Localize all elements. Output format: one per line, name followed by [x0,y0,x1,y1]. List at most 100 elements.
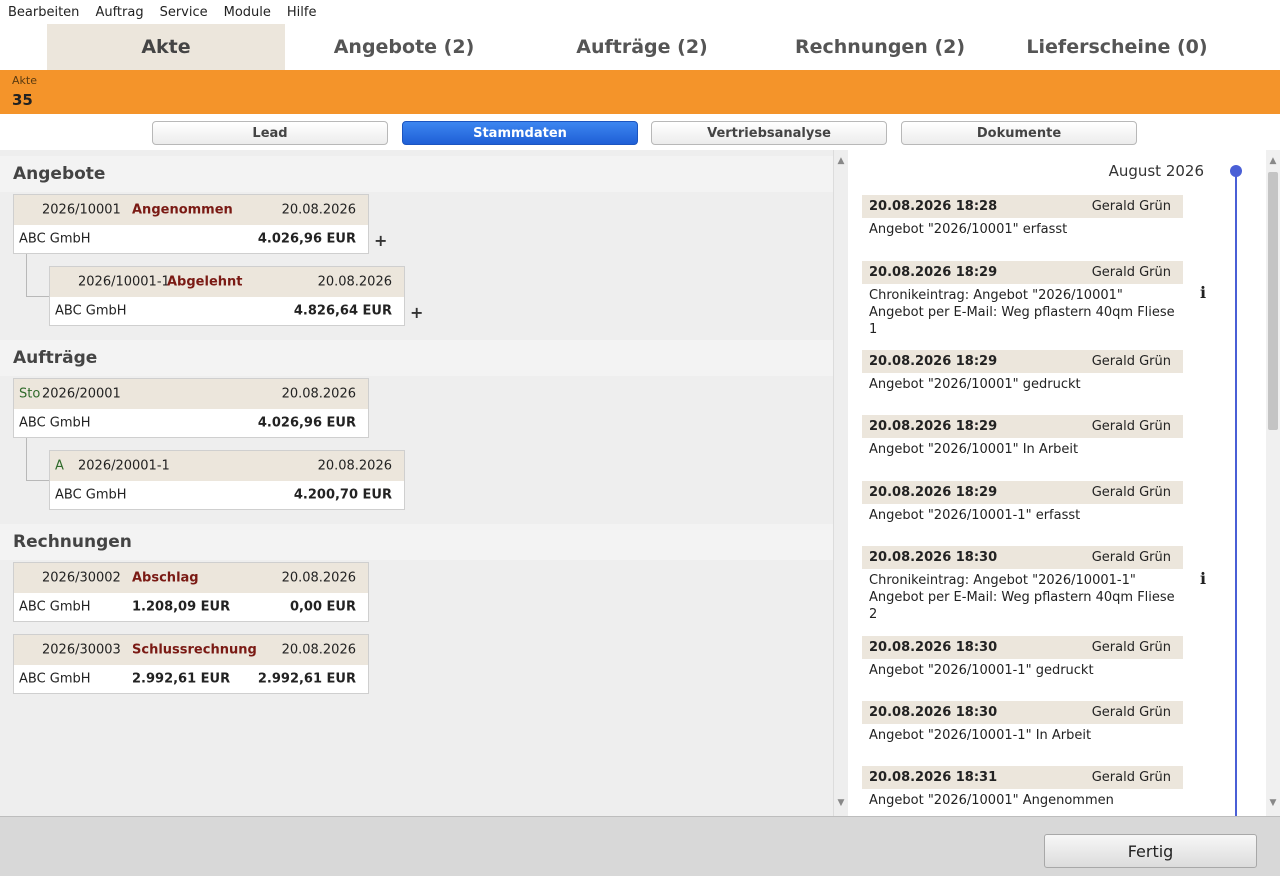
menu-auftrag[interactable]: Auftrag [95,5,143,20]
entry-datetime: 20.08.2026 18:31 [869,770,998,785]
entry-datetime: 20.08.2026 18:29 [869,419,998,434]
timeline-entry[interactable]: 20.08.2026 18:29 Gerald Grün Angebot "202… [862,350,1183,396]
timeline-entry[interactable]: 20.08.2026 18:30 Gerald Grün Angebot "202… [862,636,1183,682]
order-card[interactable]: A 2026/20001-1 20.08.2026 ABC GmbH 4.200… [49,450,405,510]
timeline-entry[interactable]: 20.08.2026 18:28 Gerald Grün Angebot "202… [862,195,1183,241]
info-icon[interactable]: ℹ [1200,283,1206,302]
invoice-type: Abschlag [132,570,199,586]
order-card[interactable]: Sto 2026/20001 20.08.2026 ABC GmbH 4.026… [13,378,369,438]
invoice-amount: 1.208,09 EUR [132,599,231,615]
timeline-entry[interactable]: 20.08.2026 18:29 Gerald Grün Angebot "202… [862,481,1183,527]
scroll-up-icon[interactable]: ▲ [834,154,848,168]
section-title-angebote: Angebote [0,156,833,192]
timeline-line [1235,172,1237,816]
offer-customer: ABC GmbH [19,231,91,247]
scrollbar-thumb[interactable] [1268,172,1278,430]
sub-tabs: Lead Stammdaten Vertriebsanalyse Dokumen… [0,114,1280,150]
entry-text: Chronikeintrag: Angebot "2026/10001-1" [869,573,1136,588]
order-number: 2026/20001 [42,386,121,402]
subtab-stammdaten[interactable]: Stammdaten [402,121,638,145]
tab-akte[interactable]: Akte [47,24,285,70]
footer-bar: Fertig [0,816,1280,876]
menu-module[interactable]: Module [224,5,271,20]
offer-date: 20.08.2026 [281,202,356,218]
subtab-lead[interactable]: Lead [152,121,388,145]
entry-text: Angebot "2026/10001-1" erfasst [869,508,1081,523]
add-plus-icon[interactable]: + [410,303,423,322]
tree-connector [26,438,27,480]
menubar: Bearbeiten Auftrag Service Module Hilfe [0,0,1280,24]
pane-divider[interactable]: ▲ ▼ [833,150,848,816]
entry-user: Gerald Grün [1091,199,1171,214]
timeline-entry[interactable]: 20.08.2026 18:31 Gerald Grün Angebot "202… [862,766,1183,812]
invoice-card[interactable]: 2026/30002 Abschlag 20.08.2026 ABC GmbH … [13,562,369,622]
offer-amount: 4.826,64 EUR [293,303,392,319]
timeline-entry[interactable]: 20.08.2026 18:30 Gerald Grün Angebot "202… [862,701,1183,747]
entry-datetime: 20.08.2026 18:28 [869,199,998,214]
records-pane: Angebote 2026/10001 Angenommen 20.08.202… [0,150,833,816]
entry-datetime: 20.08.2026 18:30 [869,640,998,655]
tab-rechnungen[interactable]: Rechnungen (2) [761,24,999,70]
entry-text: Angebot "2026/10001-1" In Arbeit [869,728,1092,743]
tab-auftraege[interactable]: Aufträge (2) [523,24,761,70]
entry-datetime: 20.08.2026 18:29 [869,485,998,500]
timeline-entry[interactable]: 20.08.2026 18:29 Gerald Grün Angebot "202… [862,415,1183,461]
timeline-entry[interactable]: 20.08.2026 18:29 Gerald Grün Chronikeintr… [862,261,1183,341]
entry-text: Angebot "2026/10001" Angenommen [869,793,1114,808]
menu-hilfe[interactable]: Hilfe [287,5,317,20]
entry-text: Angebot per E-Mail: Weg pflastern 40qm F… [869,305,1175,320]
tab-angebote[interactable]: Angebote (2) [285,24,523,70]
timeline-scrollbar[interactable]: ▲ ▼ [1266,150,1280,816]
scroll-down-icon[interactable]: ▼ [834,796,848,810]
order-prefix: Sto [19,386,41,402]
subtab-dokumente[interactable]: Dokumente [901,121,1137,145]
scroll-up-icon[interactable]: ▲ [1266,154,1280,168]
menu-service[interactable]: Service [160,5,208,20]
entry-text: Angebot per E-Mail: Weg pflastern 40qm F… [869,590,1175,605]
invoice-customer: ABC GmbH [19,671,91,687]
timeline-dot [1230,165,1242,177]
section-title-rechnungen: Rechnungen [0,524,833,560]
invoice-amount: 2.992,61 EUR [132,671,231,687]
tab-lieferscheine[interactable]: Lieferscheine (0) [998,24,1236,70]
offer-card[interactable]: 2026/10001-1 Abgelehnt 20.08.2026 ABC Gm… [49,266,405,326]
entry-user: Gerald Grün [1091,485,1171,500]
info-icon[interactable]: ℹ [1200,569,1206,588]
main-tabs: Akte Angebote (2) Aufträge (2) Rechnunge… [0,24,1280,70]
add-plus-icon[interactable]: + [374,231,387,250]
entry-user: Gerald Grün [1091,265,1171,280]
invoice-customer: ABC GmbH [19,599,91,615]
entry-text: Chronikeintrag: Angebot "2026/10001" [869,288,1123,303]
entry-user: Gerald Grün [1091,640,1171,655]
entry-user: Gerald Grün [1091,419,1171,434]
order-prefix: A [55,458,64,474]
offer-status: Angenommen [132,202,233,218]
offer-card[interactable]: 2026/10001 Angenommen 20.08.2026 ABC Gmb… [13,194,369,254]
subtab-vertriebsanalyse[interactable]: Vertriebsanalyse [651,121,887,145]
tree-connector [26,296,49,297]
entry-user: Gerald Grün [1091,550,1171,565]
invoice-number: 2026/30002 [42,570,121,586]
scroll-down-icon[interactable]: ▼ [1266,796,1280,810]
entry-text: Angebot "2026/10001" In Arbeit [869,442,1079,457]
done-button[interactable]: Fertig [1044,834,1257,868]
entry-datetime: 20.08.2026 18:29 [869,354,998,369]
menu-bearbeiten[interactable]: Bearbeiten [8,5,79,20]
record-number: 35 [12,91,33,109]
timeline-pane: August 2026 20.08.2026 18:28 Gerald Grün … [848,150,1266,816]
offer-date: 20.08.2026 [317,274,392,290]
invoice-date: 20.08.2026 [281,570,356,586]
invoice-open-amount: 2.992,61 EUR [257,671,356,687]
timeline-entry[interactable]: 20.08.2026 18:30 Gerald Grün Chronikeintr… [862,546,1183,626]
entry-user: Gerald Grün [1091,354,1171,369]
offer-customer: ABC GmbH [55,303,127,319]
record-label: Akte [12,74,37,87]
invoice-number: 2026/30003 [42,642,121,658]
timeline-month: August 2026 [1108,162,1204,180]
entry-text: 2 [869,607,878,622]
section-title-auftraege: Aufträge [0,340,833,376]
entry-text: Angebot "2026/10001" erfasst [869,222,1068,237]
invoice-card[interactable]: 2026/30003 Schlussrechnung 20.08.2026 AB… [13,634,369,694]
offer-status: Abgelehnt [167,274,243,290]
offer-number: 2026/10001 [42,202,121,218]
